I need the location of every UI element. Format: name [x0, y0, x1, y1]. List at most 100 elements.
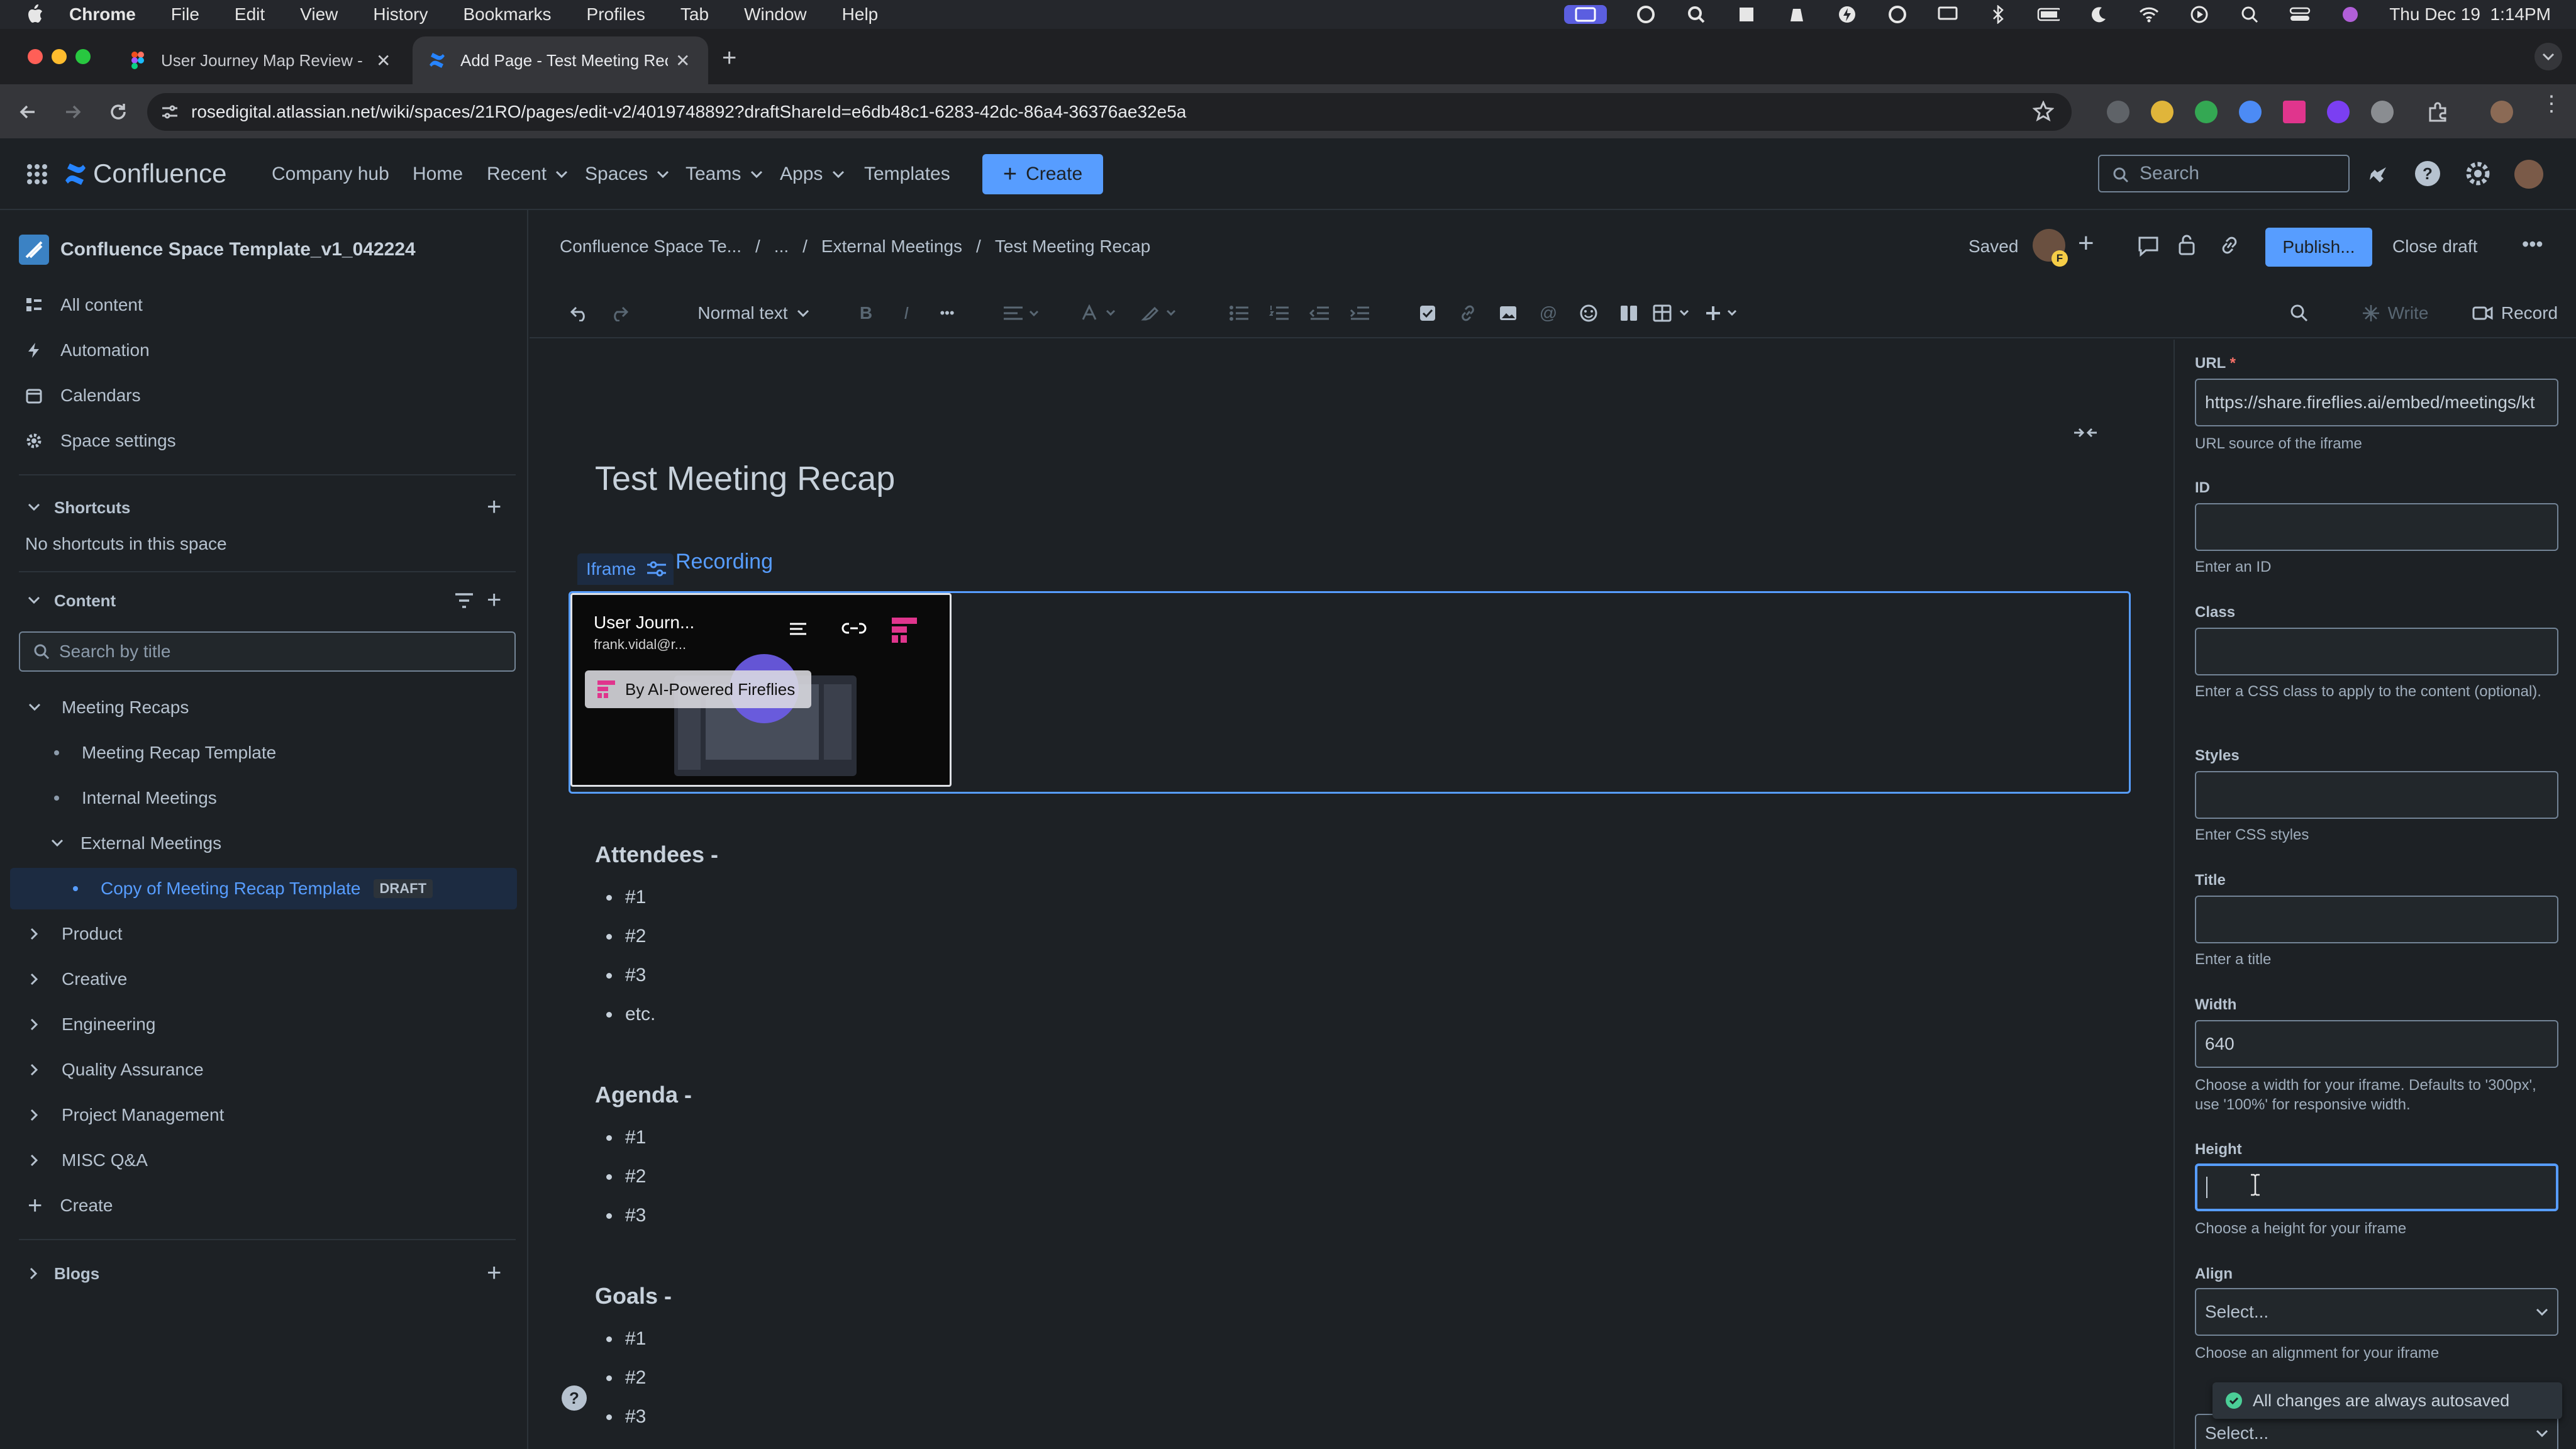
back-button[interactable] — [14, 98, 42, 126]
menu-window[interactable]: Window — [744, 4, 807, 25]
italic-icon[interactable]: I — [897, 301, 916, 326]
close-draft-button[interactable]: Close draft — [2392, 236, 2477, 257]
embed-link-icon[interactable] — [841, 619, 867, 638]
add-shortcut-icon[interactable]: + — [487, 494, 501, 519]
iframe-container[interactable]: User Journ... frank.vidal@r... By AI-Pow… — [569, 591, 2131, 794]
insert-image-icon[interactable] — [1497, 301, 1519, 326]
breadcrumb-space[interactable]: Confluence Space Te... — [560, 236, 741, 257]
insert-more-icon[interactable] — [1703, 301, 1747, 326]
play-icon[interactable] — [2188, 5, 2211, 24]
action-item-icon[interactable] — [1416, 301, 1439, 326]
timer-icon[interactable] — [1886, 5, 1909, 24]
tree-item-internal-meetings[interactable]: Internal Meetings — [0, 779, 528, 818]
styles-input[interactable] — [2195, 771, 2558, 819]
tree-create-button[interactable]: + Create — [0, 1186, 528, 1225]
sidebar-item-all-content[interactable]: All content — [0, 286, 528, 325]
insert-link-icon[interactable] — [1457, 301, 1479, 326]
alignment-icon[interactable] — [1001, 301, 1041, 326]
browser-menu-icon[interactable]: ⋮ — [2541, 93, 2562, 114]
wifi-icon[interactable] — [2138, 5, 2160, 24]
tree-item-quality-assurance[interactable]: Quality Assurance — [0, 1050, 528, 1089]
confluence-wordmark[interactable]: Confluence — [93, 158, 226, 189]
tree-item-engineering[interactable]: Engineering — [0, 1005, 528, 1044]
chevron-down-icon[interactable] — [50, 835, 64, 852]
extensions-puzzle-icon[interactable] — [2426, 101, 2449, 123]
window-minimize-button[interactable] — [52, 49, 67, 64]
id-input[interactable] — [2195, 503, 2558, 551]
notifications-icon[interactable] — [2365, 161, 2390, 186]
confluence-logo-icon[interactable] — [64, 162, 87, 186]
chevron-down-icon[interactable] — [25, 499, 43, 516]
space-header[interactable]: Confluence Space Template_v1_042224 — [0, 230, 528, 269]
list-item[interactable]: #3 — [606, 1205, 646, 1226]
app-switcher-icon[interactable] — [26, 164, 48, 185]
list-item[interactable]: etc. — [606, 1004, 655, 1025]
chevron-down-icon[interactable] — [28, 699, 42, 716]
attendees-heading[interactable]: Attendees - — [595, 841, 718, 868]
indent-icon[interactable] — [1348, 301, 1371, 326]
bluetooth-icon[interactable] — [1987, 5, 2009, 24]
chevron-down-icon[interactable] — [25, 592, 43, 609]
menu-chrome[interactable]: Chrome — [69, 4, 136, 25]
list-item[interactable]: #1 — [606, 887, 646, 908]
text-color-icon[interactable] — [1079, 301, 1119, 326]
more-formatting-icon[interactable]: ••• — [935, 301, 960, 326]
sidebar-item-calendars[interactable]: Calendars — [0, 376, 528, 415]
search-input[interactable]: Search — [2098, 155, 2350, 192]
search-tray-icon[interactable] — [1685, 5, 1707, 24]
nav-teams[interactable]: Teams — [686, 164, 763, 185]
bullet-list-icon[interactable] — [1228, 301, 1250, 326]
list-item[interactable]: #1 — [606, 1328, 646, 1350]
breadcrumb-external-meetings[interactable]: External Meetings — [821, 236, 962, 257]
tab-search-button[interactable] — [2534, 43, 2562, 70]
page-title[interactable]: Test Meeting Recap — [595, 459, 895, 498]
bolt-icon[interactable] — [1836, 5, 1858, 24]
table-icon[interactable] — [1652, 301, 1696, 326]
record-button[interactable]: Record — [2468, 301, 2562, 326]
nav-spaces[interactable]: Spaces — [585, 164, 669, 185]
nav-apps[interactable]: Apps — [780, 164, 845, 185]
bag-icon[interactable] — [1785, 5, 1808, 24]
link-icon[interactable] — [2218, 234, 2241, 257]
window-zoom-button[interactable] — [75, 49, 91, 64]
menu-tab[interactable]: Tab — [680, 4, 709, 25]
filter-icon[interactable] — [454, 592, 474, 609]
chevron-right-icon[interactable] — [28, 1016, 42, 1033]
add-blog-icon[interactable]: + — [487, 1260, 501, 1285]
iframe-label[interactable]: Iframe — [577, 553, 674, 585]
tree-item-misc-qa[interactable]: MISC Q&A — [0, 1141, 528, 1180]
tree-item-product[interactable]: Product — [0, 914, 528, 953]
content-section-header[interactable]: Content + — [0, 581, 528, 620]
fireflies-embed[interactable]: User Journ... frank.vidal@r... By AI-Pow… — [570, 593, 952, 787]
settings-gear-icon[interactable] — [2464, 160, 2492, 187]
spotlight-icon[interactable] — [2238, 5, 2261, 24]
nav-recent[interactable]: Recent — [487, 164, 568, 185]
mention-icon[interactable]: @ — [1537, 301, 1560, 326]
embed-menu-icon[interactable] — [789, 621, 808, 636]
moon-icon[interactable] — [2087, 5, 2110, 24]
editor-canvas[interactable]: Test Meeting Recap Recording Iframe User… — [530, 340, 2171, 1449]
apple-icon[interactable] — [25, 4, 48, 25]
control-center-icon[interactable] — [2289, 5, 2311, 24]
menu-edit[interactable]: Edit — [235, 4, 265, 25]
tab-user-journey[interactable]: User Journey Map Review - M ✕ — [113, 36, 409, 84]
outdent-icon[interactable] — [1308, 301, 1331, 326]
help-icon[interactable]: ? — [2414, 160, 2441, 187]
help-floating-icon[interactable]: ? — [561, 1385, 587, 1411]
battery-icon[interactable] — [2037, 5, 2060, 24]
menu-view[interactable]: View — [300, 4, 338, 25]
more-options-icon[interactable]: ••• — [2522, 233, 2543, 256]
class-input[interactable] — [2195, 628, 2558, 675]
title-input[interactable] — [2195, 896, 2558, 943]
profile-avatar[interactable] — [2490, 101, 2513, 123]
extension-4-icon[interactable] — [2239, 101, 2262, 123]
goals-heading[interactable]: Goals - — [595, 1283, 672, 1309]
redo-icon[interactable] — [606, 301, 631, 326]
drive-extension-icon[interactable] — [2195, 101, 2218, 123]
chevron-right-icon[interactable] — [28, 925, 42, 943]
tree-item-copy-of-meeting-recap-template[interactable]: Copy of Meeting Recap Template DRAFT — [10, 868, 517, 909]
display-icon[interactable] — [1936, 5, 1959, 24]
list-item[interactable]: #2 — [606, 1367, 646, 1389]
tree-item-creative[interactable]: Creative — [0, 960, 528, 999]
collapse-width-icon[interactable] — [2073, 425, 2098, 440]
